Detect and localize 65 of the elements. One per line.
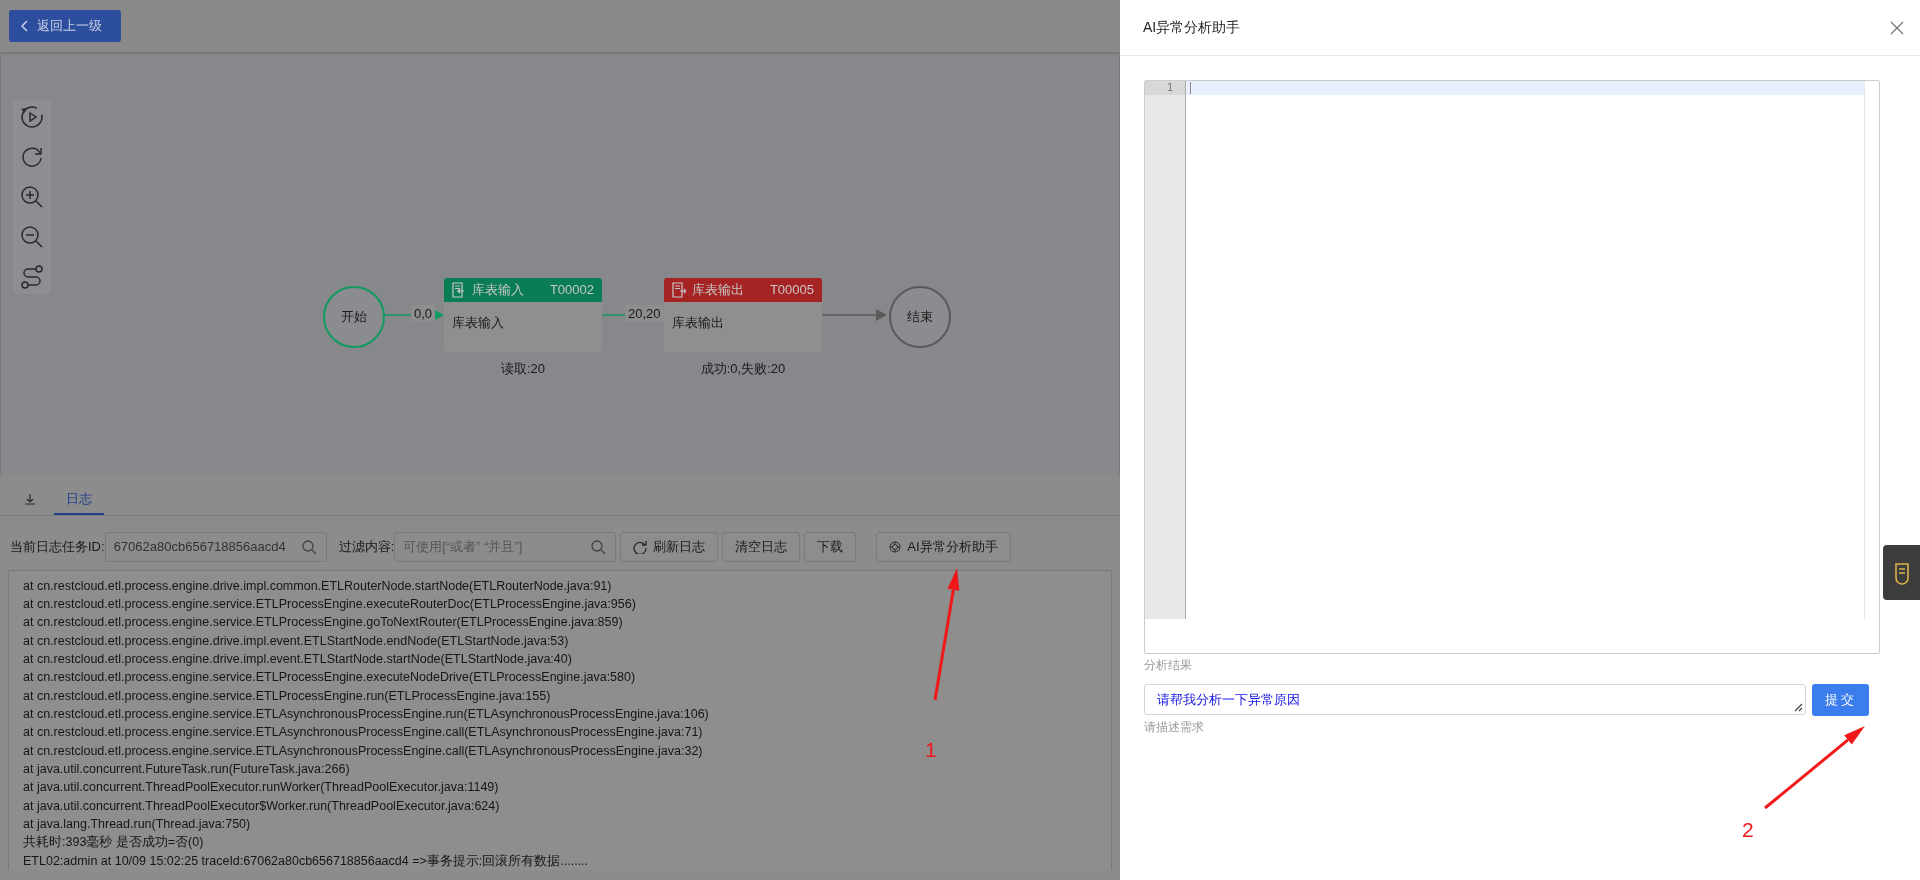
field-label: 过滤内容: <box>338 537 395 556</box>
download-icon <box>24 492 36 505</box>
search-icon <box>301 539 317 555</box>
log-line: at java.util.concurrent.ThreadPoolExecutor$Worker.run(ThreadPoolExecutor.java:624) <box>23 797 500 815</box>
replay-icon[interactable] <box>19 103 45 130</box>
close-icon[interactable] <box>1890 20 1904 35</box>
field-hint: 分析结果 <box>1144 657 1193 674</box>
start-node[interactable]: 开始 <box>323 285 385 348</box>
edge-label: 0,0 <box>411 304 436 322</box>
result-editor[interactable]: 1 <box>1144 80 1880 654</box>
side-tab[interactable] <box>1883 545 1920 600</box>
node-code: T00005 <box>769 282 814 298</box>
drawer-title: AI异常分析助手 <box>1143 18 1241 37</box>
log-line: at cn.restcloud.etl.process.engine.service.ETLAsynchronousProcessEngine.call(ETLAsynchronousProcessEngine.java:71) <box>23 724 703 742</box>
tab[interactable]: 日志 <box>54 484 104 515</box>
annotation-number: 2 <box>1742 818 1754 842</box>
search-icon <box>591 539 607 555</box>
node-label: 库表输入 <box>451 313 505 332</box>
node-title: 库表输入 <box>472 280 524 299</box>
chevron-left-icon <box>21 19 29 32</box>
toolbar-button[interactable]: 刷新日志 <box>620 531 719 562</box>
submit-button[interactable]: 提交 <box>1812 684 1869 716</box>
refresh-icon <box>633 539 648 554</box>
text-cursor <box>1190 82 1191 94</box>
swirl-icon <box>889 540 902 553</box>
annotation-number: 1 <box>925 738 937 762</box>
prompt-field[interactable]: 请帮我分析一下异常原因 <box>1144 684 1806 715</box>
edge-label: 20,20 <box>625 304 664 322</box>
document-icon <box>672 281 686 298</box>
log-line: at cn.restcloud.etl.process.engine.service.ETLAsynchronousProcessEngine.call(ETLAsynchronousProcessEngine.java:32) <box>23 742 703 760</box>
log-line: at java.util.concurrent.ThreadPoolExecutor.runWorker(ThreadPoolExecutor.java:1149) <box>23 779 499 797</box>
log-line: at cn.restcloud.etl.process.engine.service.ETLProcessEngine.run(ETLProcessEngine.java:155) <box>23 687 551 705</box>
flow-node[interactable]: 库表输入 T00002 库表输入 <box>444 277 602 352</box>
log-line: at cn.restcloud.etl.process.engine.drive.impl.event.ETLStartNode.startNode(ETLStartNode.java:40) <box>23 650 572 668</box>
log-line: at cn.restcloud.etl.process.engine.service.ETLProcessEngine.goToNextRouter(ETLProcessEngine.java:859) <box>23 614 623 632</box>
zoom-out-icon[interactable] <box>19 223 45 250</box>
field-hint: 请描述需求 <box>1144 719 1205 736</box>
connector-arrow <box>821 308 887 321</box>
log-line: at cn.restcloud.etl.process.engine.service.ETLAsynchronousProcessEngine.run(ETLAsynchronousProcessEngine.java:106) <box>23 705 709 723</box>
end-node[interactable]: 结束 <box>889 285 951 348</box>
log-line: at java.util.concurrent.FutureTask.run(FutureTask.java:266) <box>23 760 350 778</box>
node-title: 库表输出 <box>692 280 744 299</box>
node-code: T00002 <box>549 282 594 298</box>
zoom-in-icon[interactable] <box>19 183 45 210</box>
log-line: at cn.restcloud.etl.process.engine.drive.impl.event.ETLStartNode.endNode(ETLStartNode.java:53) <box>23 632 569 650</box>
log-line: at cn.restcloud.etl.process.engine.drive.impl.common.ETLRouterNode.startNode(ETLRouterNode.java:91) <box>23 577 612 595</box>
log-line: at cn.restcloud.etl.process.engine.service.ETLProcessEngine.executeNodeDrive(ETLProcessEngine.java:580) <box>23 669 636 687</box>
toolbar-button[interactable]: 清空日志 <box>722 531 801 562</box>
log-line: at java.lang.Thread.run(Thread.java:750) <box>23 815 251 833</box>
node-stats: 成功:0,失败:20 <box>699 359 787 378</box>
line-number: 1 <box>1145 81 1185 95</box>
resize-grip-icon <box>1794 703 1803 712</box>
node-label: 库表输出 <box>671 313 725 332</box>
toolbar-button[interactable]: AI异常分析助手 <box>876 531 1011 562</box>
back-button[interactable]: 返回上一级 <box>9 9 121 42</box>
document-icon <box>452 281 466 298</box>
node-stats: 读取:20 <box>499 359 547 378</box>
route-icon[interactable] <box>19 263 45 290</box>
field-label: 当前日志任务ID: <box>10 537 105 556</box>
toolbar-button[interactable]: 下载 <box>804 531 857 562</box>
log-line: ETL02:admin at 10/09 15:02:25 traceId:67062a80cb656718856aacd4 =>事务提示:回滚所有数据........ <box>23 852 589 870</box>
task-id-field[interactable]: 67062a80cb656718856aacd4 <box>104 531 327 562</box>
log-line: at cn.restcloud.etl.process.engine.service.ETLProcessEngine.executeRouterDoc(ETLProcessEngine.java:956) <box>23 595 636 613</box>
flow-node[interactable]: 库表输出 T00005 库表输出 <box>664 277 822 352</box>
log-line: 共耗时:393毫秒 是否成功=否(0) <box>23 834 204 852</box>
